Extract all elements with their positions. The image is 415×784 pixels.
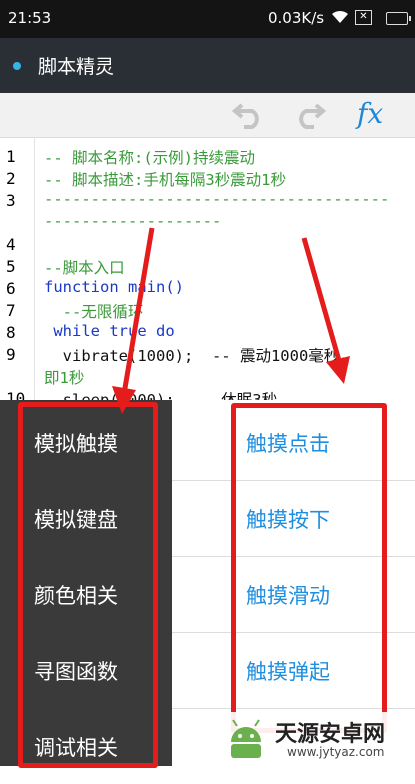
line-number: 5 — [6, 257, 16, 276]
app-title: 脚本精灵 — [38, 56, 115, 78]
status-time: 21:53 — [8, 9, 52, 27]
watermark-name: 天源安卓网 — [275, 722, 386, 747]
status-dot-icon — [13, 62, 21, 70]
code-line: 即1秒 — [44, 369, 85, 387]
annotation-box-right — [231, 403, 387, 733]
site-watermark: 天源安卓网 www.jytyaz.com — [215, 712, 415, 766]
app-title-bar: 脚本精灵 — [0, 38, 415, 93]
line-number: 4 — [6, 235, 16, 254]
network-speed: 0.03K/s — [268, 9, 325, 27]
line-number: 1 — [6, 147, 16, 166]
editor-toolbar: fx — [0, 93, 415, 138]
line-number: 6 — [6, 279, 16, 298]
line-number: 2 — [6, 169, 16, 188]
line-number: 9 — [6, 345, 16, 364]
wifi-icon — [330, 8, 350, 28]
redo-icon[interactable] — [292, 99, 327, 136]
sim-icon: ✕ — [355, 10, 372, 25]
code-line: -- 脚本描述:手机每隔3秒震动1秒 — [44, 171, 286, 189]
code-line: ------------------------------------- — [44, 190, 390, 208]
battery-icon — [386, 12, 411, 25]
undo-icon[interactable] — [231, 99, 266, 136]
code-line: -- 脚本名称:(示例)持续震动 — [44, 149, 255, 167]
annotation-arrow-right — [301, 237, 350, 384]
annotation-box-left — [18, 402, 158, 768]
line-number: 8 — [6, 323, 16, 342]
line-number: 7 — [6, 301, 16, 320]
function-insert-button[interactable]: fx — [357, 97, 383, 130]
line-number: 3 — [6, 191, 16, 210]
annotation-arrow-left — [112, 227, 155, 414]
android-logo-icon — [231, 719, 261, 758]
watermark-url: www.jytyaz.com — [287, 745, 385, 759]
status-bar: 21:53 0.03K/s ✕ — [0, 0, 415, 38]
